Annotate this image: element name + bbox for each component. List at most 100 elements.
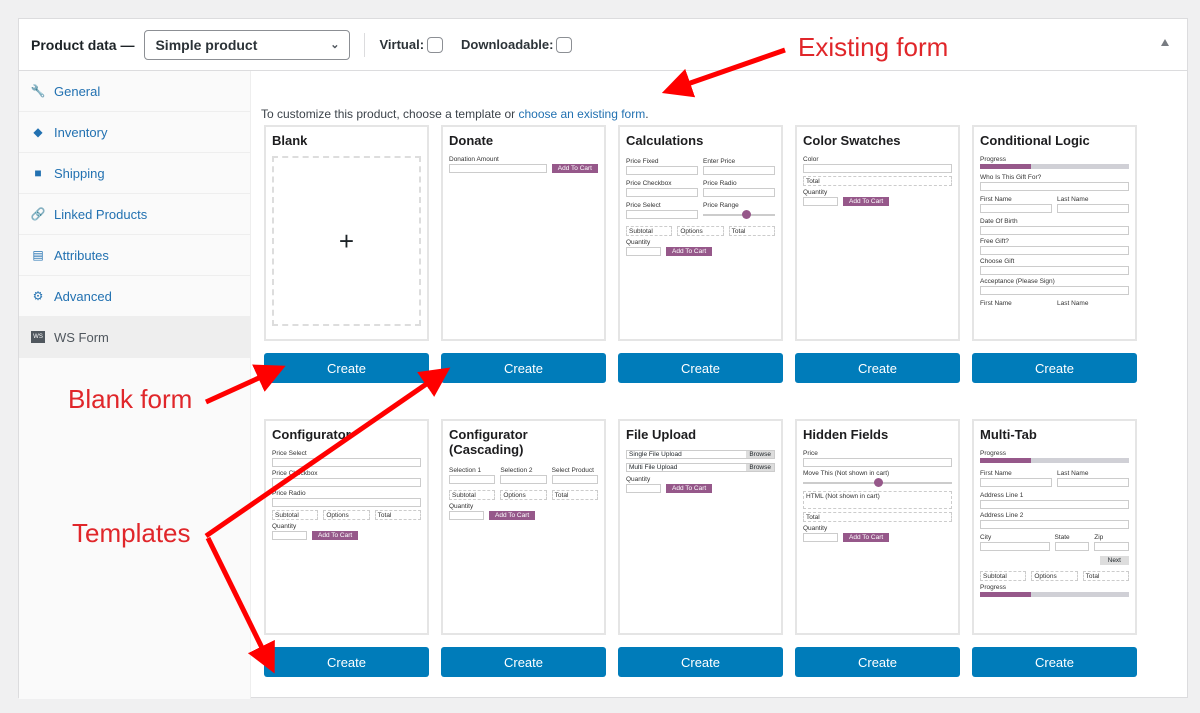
- annotation-templates: Templates: [72, 518, 191, 548]
- quantity-input: [803, 533, 838, 542]
- create-button[interactable]: Create: [972, 647, 1137, 677]
- product-data-title: Product data —: [31, 36, 135, 53]
- tab-advanced[interactable]: ⚙ Advanced: [19, 276, 250, 317]
- template-preview[interactable]: Blank +: [264, 125, 429, 341]
- choose-existing-form-link[interactable]: choose an existing form: [518, 107, 645, 121]
- tab-shipping[interactable]: ■ Shipping: [19, 153, 250, 194]
- intro-text: To customize this product, choose a temp…: [261, 107, 649, 121]
- template-preview[interactable]: Calculations Price Fixed Enter Price Pric…: [618, 125, 783, 341]
- template-preview[interactable]: Color Swatches Color Total Quantity Add …: [795, 125, 960, 341]
- field-label: Select Product: [551, 467, 594, 474]
- virtual-checkbox[interactable]: [427, 36, 444, 53]
- truck-icon: ■: [34, 166, 42, 180]
- template-preview[interactable]: Multi-Tab Progress First Name Last Name A…: [972, 419, 1137, 635]
- tab-general[interactable]: 🔧 General: [19, 71, 250, 112]
- slider-knob: [742, 210, 752, 219]
- create-button[interactable]: Create: [441, 353, 606, 383]
- field-label: Last Name: [1057, 196, 1089, 203]
- tab-linked-products[interactable]: 🔗 Linked Products: [19, 194, 250, 235]
- collapse-toggle-icon[interactable]: [1161, 39, 1169, 46]
- field-label: Acceptance (Please Sign): [980, 278, 1055, 285]
- field-label: Zip: [1094, 534, 1104, 541]
- create-button[interactable]: Create: [795, 647, 960, 677]
- tab-attributes[interactable]: ▤ Attributes: [19, 235, 250, 276]
- field-label: Price Radio: [703, 180, 737, 187]
- create-button[interactable]: Create: [972, 353, 1137, 383]
- chevron-down-icon: ⌄: [330, 39, 340, 51]
- template-preview[interactable]: Configurator Price Select Price Checkbox…: [264, 419, 429, 635]
- tab-ws-form[interactable]: WS WS Form: [19, 317, 250, 358]
- field-label: First Name: [980, 470, 1012, 477]
- field-label: Choose Gift: [980, 258, 1015, 265]
- add-to-cart-preview: Add To Cart: [843, 197, 890, 206]
- total-preview: Total: [803, 512, 952, 522]
- template-preview[interactable]: File Upload Single File Upload Browse Mul…: [618, 419, 783, 635]
- field-input: [272, 458, 421, 467]
- create-button[interactable]: Create: [618, 647, 783, 677]
- template-title: Color Swatches: [803, 133, 901, 148]
- add-to-cart-preview: Add To Cart: [666, 484, 713, 493]
- field-input: [1057, 478, 1129, 487]
- create-button[interactable]: Create: [618, 353, 783, 383]
- field-input: [980, 286, 1129, 295]
- create-button[interactable]: Create: [264, 353, 429, 383]
- field-label: Single File Upload: [629, 451, 682, 458]
- tab-label: Inventory: [54, 124, 108, 140]
- template-title: Configurator: [272, 427, 351, 442]
- template-conditional-logic: Conditional Logic Progress Who Is This G…: [972, 125, 1137, 419]
- link-icon: 🔗: [30, 207, 46, 221]
- template-configurator: Configurator Price Select Price Checkbox…: [264, 419, 429, 713]
- template-title: Donate: [449, 133, 494, 148]
- subtotal-preview: Subtotal: [272, 510, 319, 520]
- field-label: Quantity: [626, 239, 651, 246]
- progress-bar: [980, 458, 1129, 463]
- field-label: Address Line 1: [980, 492, 1024, 499]
- template-preview[interactable]: Configurator (Cascading) Selection 1 Sele…: [441, 419, 606, 635]
- field-label: Last Name: [1057, 470, 1089, 477]
- tab-inventory[interactable]: ◆ Inventory: [19, 112, 250, 153]
- template-title: Blank: [272, 133, 308, 148]
- options-preview: Options: [677, 226, 724, 236]
- field-label: State: [1054, 534, 1070, 541]
- template-title: File Upload: [626, 427, 697, 442]
- create-button[interactable]: Create: [441, 647, 606, 677]
- field-input: [980, 520, 1129, 529]
- field-label: Move This (Not shown in cart): [803, 470, 890, 477]
- product-type-select[interactable]: Simple product ⌄: [144, 29, 351, 60]
- progress-fill: [980, 592, 1031, 597]
- template-preview[interactable]: Donate Donation Amount Add To Cart: [441, 125, 606, 341]
- template-hidden-fields: Hidden Fields Price Move This (Not shown…: [795, 419, 960, 713]
- field-label: Quantity: [626, 476, 651, 483]
- field-label: Who Is This Gift For?: [980, 174, 1042, 181]
- field-input: [980, 246, 1129, 255]
- wrench-icon: 🔧: [30, 84, 46, 98]
- template-title: Conditional Logic: [980, 133, 1090, 148]
- create-button[interactable]: Create: [795, 353, 960, 383]
- template-preview[interactable]: Conditional Logic Progress Who Is This G…: [972, 125, 1137, 341]
- add-to-cart-preview: Add To Cart: [489, 511, 536, 520]
- tab-label: Advanced: [54, 288, 112, 304]
- create-button[interactable]: Create: [264, 647, 429, 677]
- field-input: [500, 475, 547, 484]
- field-input: [626, 210, 698, 219]
- slider-knob: [873, 478, 883, 487]
- progress-bar: [980, 164, 1129, 169]
- subtotal-preview: Subtotal: [449, 490, 496, 500]
- annotation-blank-form: Blank form: [68, 384, 193, 414]
- downloadable-checkbox[interactable]: [556, 36, 573, 53]
- field-label: Free Gift?: [980, 238, 1009, 245]
- template-title: Calculations: [626, 133, 704, 148]
- quantity-input: [272, 531, 307, 540]
- template-preview[interactable]: Hidden Fields Price Move This (Not shown…: [795, 419, 960, 635]
- field-input: [551, 475, 598, 484]
- template-calculations: Calculations Price Fixed Enter Price Pric…: [618, 125, 783, 419]
- field-label: Quantity: [272, 523, 297, 530]
- list-card-icon: ▤: [32, 248, 44, 262]
- template-multi-tab: Multi-Tab Progress First Name Last Name A…: [972, 419, 1137, 713]
- field-input: [980, 226, 1129, 235]
- template-title: Hidden Fields: [803, 427, 889, 442]
- field-input: [703, 166, 775, 175]
- ws-form-panel: To customize this product, choose a temp…: [251, 71, 1187, 697]
- tag-icon: ◆: [33, 125, 43, 139]
- quantity-input: [626, 484, 661, 493]
